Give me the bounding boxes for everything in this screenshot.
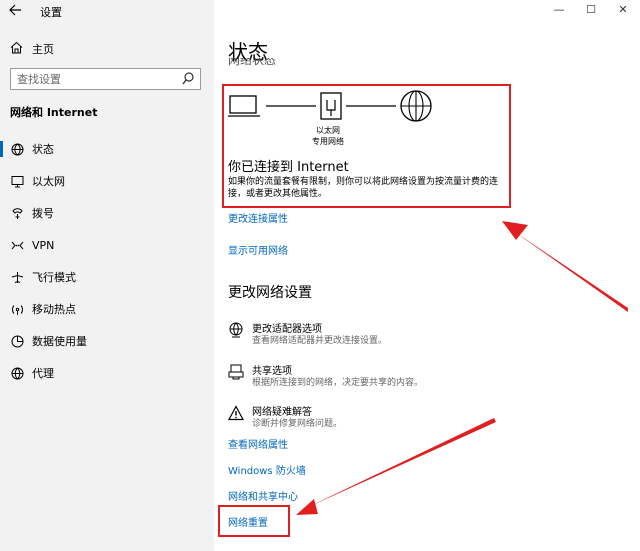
- windows-firewall-link[interactable]: Windows 防火墙: [228, 462, 306, 477]
- sidebar-item-label: 飞行模式: [32, 271, 76, 284]
- sidebar-item-label: 以太网: [32, 175, 65, 188]
- phone-icon: [10, 206, 24, 220]
- search-input[interactable]: [11, 72, 171, 86]
- change-connection-properties-link[interactable]: 更改连接属性: [228, 210, 288, 225]
- sidebar-item-ethernet[interactable]: 以太网: [0, 168, 214, 194]
- change-adapter-options[interactable]: 更改适配器选项 查看网络适配器并更改连接设置。: [228, 320, 528, 350]
- home-button[interactable]: 主页: [9, 40, 54, 58]
- show-available-networks-link[interactable]: 显示可用网络: [228, 242, 288, 257]
- annotation-box-status: [222, 84, 511, 208]
- vpn-icon: [10, 238, 24, 252]
- setting-description: 查看网络适配器并更改连接设置。: [252, 336, 388, 346]
- sidebar-item-status[interactable]: 状态: [0, 136, 214, 162]
- sidebar: 设置 主页 网络和 Internet 状态 以太网 拨号 VPN: [0, 0, 214, 551]
- sidebar-item-proxy[interactable]: 代理: [0, 360, 214, 386]
- ethernet-monitor-icon: [10, 174, 24, 188]
- view-network-properties-link[interactable]: 查看网络属性: [228, 436, 288, 451]
- change-network-settings-title: 更改网络设置: [228, 285, 312, 301]
- search-icon[interactable]: [182, 72, 194, 86]
- sharing-options[interactable]: 共享选项 根据所连接到的网络，决定要共享的内容。: [228, 362, 528, 392]
- home-label: 主页: [32, 43, 54, 56]
- adapter-globe-icon: [229, 322, 243, 338]
- back-button[interactable]: [8, 3, 24, 19]
- sidebar-item-label: 拨号: [32, 207, 54, 220]
- home-icon: [9, 41, 23, 57]
- sidebar-item-hotspot[interactable]: 移动热点: [0, 296, 214, 322]
- sidebar-item-label: VPN: [32, 238, 55, 252]
- sidebar-item-airplane[interactable]: 飞行模式: [0, 264, 214, 290]
- main-content: 状态 网络状态 以太网 专用网络 你已连接到 Internet 如果你的流量套餐…: [214, 0, 640, 551]
- app-title: 设置: [40, 6, 62, 19]
- section-title: 网络和 Internet: [10, 106, 98, 119]
- proxy-globe-icon: [10, 366, 24, 380]
- clipped-heading: 网络状态: [228, 58, 277, 67]
- sidebar-item-label: 移动热点: [32, 303, 76, 316]
- annotation-box-reset: [218, 505, 290, 537]
- globe-status-icon: [10, 142, 24, 156]
- setting-description: 根据所连接到的网络，决定要共享的内容。: [252, 378, 424, 388]
- sidebar-item-dialup[interactable]: 拨号: [0, 200, 214, 226]
- arrow-left-icon: [9, 4, 21, 16]
- titlebar-left: 设置: [0, 0, 214, 22]
- sharing-icon: [228, 364, 244, 380]
- hotspot-icon: [10, 302, 24, 316]
- search-box[interactable]: [10, 68, 201, 90]
- sidebar-item-label: 代理: [32, 367, 54, 380]
- network-troubleshooter[interactable]: 网络疑难解答 诊断并修复网络问题。: [228, 403, 528, 433]
- setting-description: 诊断并修复网络问题。: [252, 419, 343, 429]
- airplane-icon: [10, 270, 24, 284]
- sidebar-item-vpn[interactable]: VPN: [0, 232, 214, 258]
- sidebar-item-label: 数据使用量: [32, 335, 87, 348]
- sidebar-item-label: 状态: [32, 143, 54, 156]
- network-sharing-center-link[interactable]: 网络和共享中心: [228, 488, 298, 503]
- data-usage-icon: [10, 334, 24, 348]
- sidebar-item-data-usage[interactable]: 数据使用量: [0, 328, 214, 354]
- warning-icon: [228, 405, 244, 421]
